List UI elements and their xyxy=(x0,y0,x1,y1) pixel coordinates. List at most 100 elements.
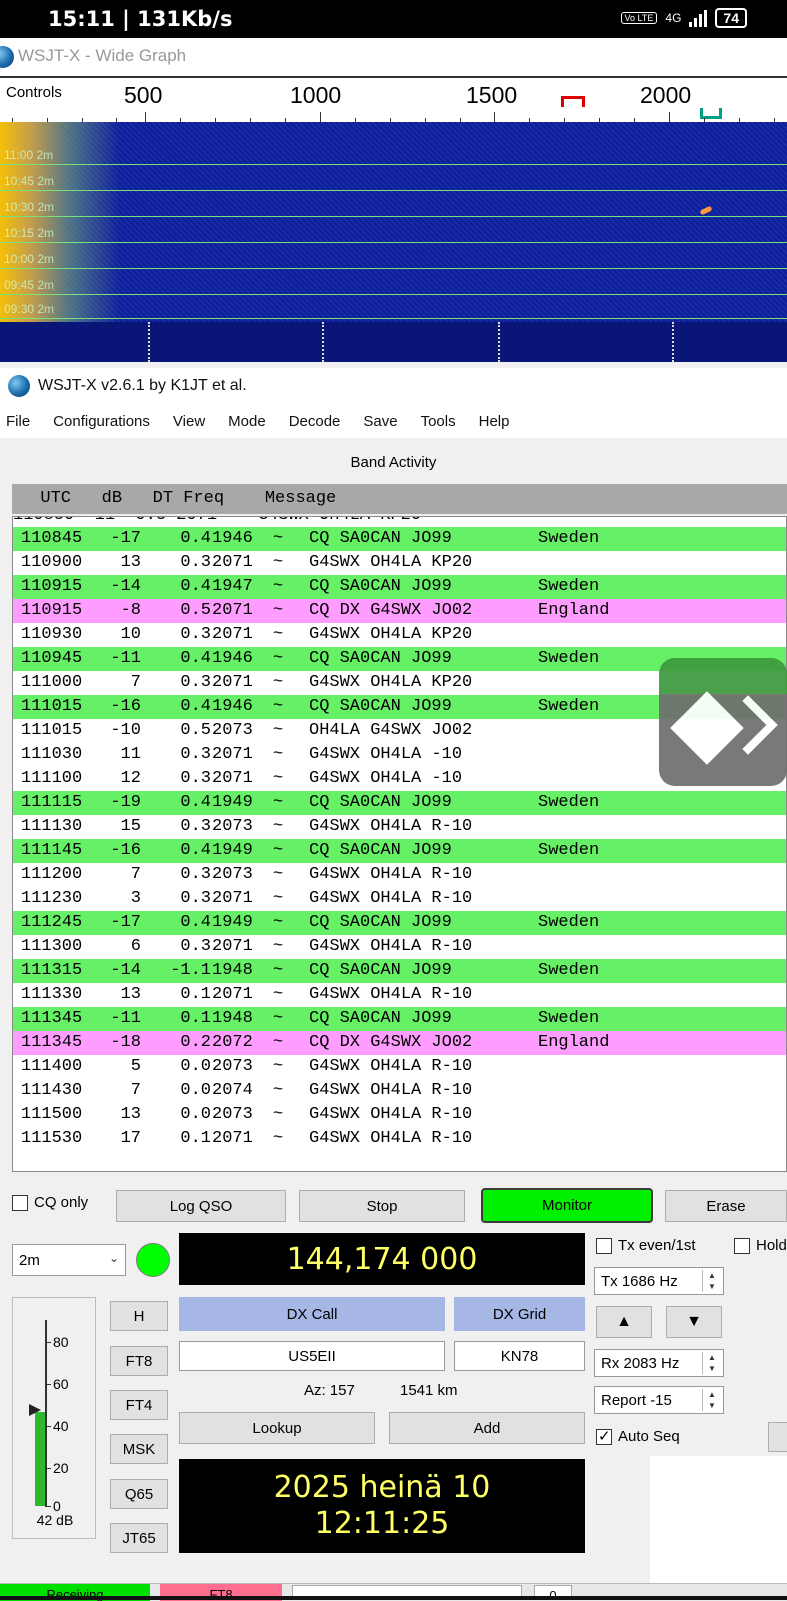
menu-decode[interactable]: Decode xyxy=(289,413,341,430)
cell-utc: 110915 xyxy=(21,577,83,596)
spin-arrows-icon[interactable]: ▲ ▼ xyxy=(702,1352,721,1374)
tx-frequency-spinbox[interactable]: Tx 1686 Hz ▲ ▼ xyxy=(594,1267,724,1295)
add-button[interactable]: Add xyxy=(389,1412,585,1444)
mode-button-ft8[interactable]: FT8 xyxy=(110,1346,168,1376)
table-row[interactable]: 111145 -16 0.4 1949 ~ CQ SA0CAN JO99 Sweden xyxy=(13,839,786,863)
mode-button-ft4[interactable]: FT4 xyxy=(110,1390,168,1420)
table-row[interactable]: 111345 -11 0.1 1948 ~ CQ SA0CAN JO99 Sweden xyxy=(13,1007,786,1031)
table-row[interactable]: 110930 10 0.3 2071 ~ G4SWX OH4LA KP20 xyxy=(13,623,786,647)
cut-off-button[interactable] xyxy=(768,1422,787,1452)
erase-button[interactable]: Erase xyxy=(665,1190,787,1222)
table-row[interactable]: 110845 -17 0.4 1946 ~ CQ SA0CAN JO99 Sweden xyxy=(13,527,786,551)
table-row[interactable]: 111330 13 0.1 2071 ~ G4SWX OH4LA R-10 xyxy=(13,983,786,1007)
cell-utc: 110945 xyxy=(21,649,83,668)
menu-view[interactable]: View xyxy=(173,413,205,430)
dx-grid-input[interactable]: KN78 xyxy=(454,1341,585,1371)
table-row[interactable]: 111245 -17 0.4 1949 ~ CQ SA0CAN JO99 Sweden xyxy=(13,911,786,935)
menu-configurations[interactable]: Configurations xyxy=(53,413,150,430)
waterfall-time-label: 10:15 2m xyxy=(4,226,55,240)
report-spinbox[interactable]: Report -15 ▲ ▼ xyxy=(594,1386,724,1414)
band-select[interactable]: 2m ⌄ xyxy=(12,1244,126,1276)
cell-freq: 2074 xyxy=(212,1081,253,1100)
menu-file[interactable]: File xyxy=(6,413,30,430)
waterfall-display[interactable]: 11:00 2m 10:45 2m 10:30 2m 10:15 2m 10:0… xyxy=(0,122,787,362)
cell-db: -8 xyxy=(120,601,141,620)
table-row[interactable]: 111315 -14 -1.1 1948 ~ CQ SA0CAN JO99 Sweden xyxy=(13,959,786,983)
table-row[interactable]: 111130 15 0.3 2073 ~ G4SWX OH4LA R-10 xyxy=(13,815,786,839)
table-row[interactable]: 111430 7 0.0 2074 ~ G4SWX OH4LA R-10 xyxy=(13,1079,786,1103)
cell-tilde: ~ xyxy=(273,865,284,884)
cell-db: 3 xyxy=(130,889,141,908)
hold-tx-checkbox[interactable]: Hold xyxy=(734,1237,787,1254)
cell-tilde: ~ xyxy=(273,769,284,788)
cell-utc: 111230 xyxy=(21,889,83,908)
monitor-button[interactable]: Monitor xyxy=(481,1188,653,1223)
menu-help[interactable]: Help xyxy=(479,413,510,430)
network-type: 4G xyxy=(665,11,682,25)
cell-tilde: ~ xyxy=(273,793,284,812)
table-row[interactable]: 111230 3 0.3 2071 ~ G4SWX OH4LA R-10 xyxy=(13,887,786,911)
cell-db: -16 xyxy=(110,697,141,716)
table-row[interactable]: 110915 -8 0.5 2071 ~ CQ DX G4SWX JO02 England xyxy=(13,599,786,623)
spin-arrows-icon[interactable]: ▲ ▼ xyxy=(702,1270,721,1292)
mode-button-q65[interactable]: Q65 xyxy=(110,1479,168,1509)
tx-frequency-marker[interactable] xyxy=(561,96,585,107)
cell-utc: 111530 xyxy=(21,1129,83,1148)
checkbox-box[interactable] xyxy=(596,1237,612,1254)
floating-overlay-button[interactable] xyxy=(659,658,787,786)
cell-dt: 0.4 xyxy=(180,913,211,932)
spin-arrows-icon[interactable]: ▲ ▼ xyxy=(702,1389,721,1411)
menu-mode[interactable]: Mode xyxy=(228,413,266,430)
table-row[interactable]: 111115 -19 0.4 1949 ~ CQ SA0CAN JO99 Sweden xyxy=(13,791,786,815)
cell-dt: 0.1 xyxy=(180,1129,211,1148)
battery-icon: 74 xyxy=(715,8,747,28)
table-row[interactable]: 110915 -14 0.4 1947 ~ CQ SA0CAN JO99 Sweden xyxy=(13,575,786,599)
cell-tilde: ~ xyxy=(273,1129,284,1148)
tx-even-checkbox[interactable]: Tx even/1st xyxy=(596,1237,696,1254)
table-row[interactable]: 110900 13 0.3 2071 ~ G4SWX OH4LA KP20 xyxy=(13,551,786,575)
checkbox-box[interactable] xyxy=(596,1427,612,1445)
tx-down-button[interactable]: ▼ xyxy=(666,1306,722,1338)
cell-tilde: ~ xyxy=(273,913,284,932)
table-row[interactable]: 111500 13 0.0 2073 ~ G4SWX OH4LA R-10 xyxy=(13,1103,786,1127)
table-row[interactable]: 111345 -18 0.2 2072 ~ CQ DX G4SWX JO02 England xyxy=(13,1031,786,1055)
controls-toggle[interactable]: Controls xyxy=(6,84,62,101)
checkbox-box[interactable] xyxy=(12,1194,28,1211)
cell-msg: G4SWX OH4LA R-10 xyxy=(309,817,473,836)
lookup-button[interactable]: Lookup xyxy=(179,1412,375,1444)
cell-msg: CQ SA0CAN JO99 xyxy=(309,841,452,860)
cell-tilde: ~ xyxy=(273,1081,284,1100)
band-activity-list[interactable]: 110830 11 0.3 2071 ~ G4SWX OH4LA KP20 11… xyxy=(12,516,787,1172)
cell-msg: G4SWX OH4LA R-10 xyxy=(309,1057,473,1076)
stop-button[interactable]: Stop xyxy=(299,1190,465,1222)
cell-freq: 2072 xyxy=(212,1033,253,1052)
menu-tools[interactable]: Tools xyxy=(421,413,456,430)
meter-level-bar xyxy=(35,1412,45,1506)
cell-utc: 111030 xyxy=(21,745,83,764)
table-row[interactable]: 111400 5 0.0 2073 ~ G4SWX OH4LA R-10 xyxy=(13,1055,786,1079)
checkbox-box[interactable] xyxy=(734,1237,750,1254)
cell-dt: 0.1 xyxy=(180,1009,211,1028)
tx-up-button[interactable]: ▲ xyxy=(596,1306,652,1338)
cell-msg: G4SWX OH4LA KP20 xyxy=(309,553,473,572)
auto-seq-checkbox[interactable]: Auto Seq xyxy=(596,1427,680,1445)
table-row[interactable]: 111300 6 0.3 2071 ~ G4SWX OH4LA R-10 xyxy=(13,935,786,959)
table-row[interactable]: 111530 17 0.1 2071 ~ G4SWX OH4LA R-10 xyxy=(13,1127,786,1151)
mode-button-msk[interactable]: MSK xyxy=(110,1434,168,1464)
mode-button-h[interactable]: H xyxy=(110,1301,168,1331)
utc-clock-display: 2025 heinä 10 12:11:25 xyxy=(179,1459,585,1553)
waterfall-period-line xyxy=(0,242,787,243)
dx-call-input[interactable]: US5EII xyxy=(179,1341,445,1371)
rx-frequency-spinbox[interactable]: Rx 2083 Hz ▲ ▼ xyxy=(594,1349,724,1377)
menu-save[interactable]: Save xyxy=(363,413,397,430)
dx-call-label: DX Call xyxy=(179,1297,445,1331)
frequency-scale[interactable]: Controls 500 1000 1500 2000 xyxy=(0,76,787,124)
cell-msg: G4SWX OH4LA R-10 xyxy=(309,1129,473,1148)
cq-only-checkbox[interactable]: CQ only xyxy=(12,1194,88,1211)
table-row[interactable]: 111200 7 0.3 2073 ~ G4SWX OH4LA R-10 xyxy=(13,863,786,887)
cell-dt: 0.3 xyxy=(180,937,211,956)
mode-button-jt65[interactable]: JT65 xyxy=(110,1523,168,1553)
cell-msg: CQ SA0CAN JO99 xyxy=(309,697,452,716)
cell-dt: 0.4 xyxy=(180,649,211,668)
log-qso-button[interactable]: Log QSO xyxy=(116,1190,286,1222)
